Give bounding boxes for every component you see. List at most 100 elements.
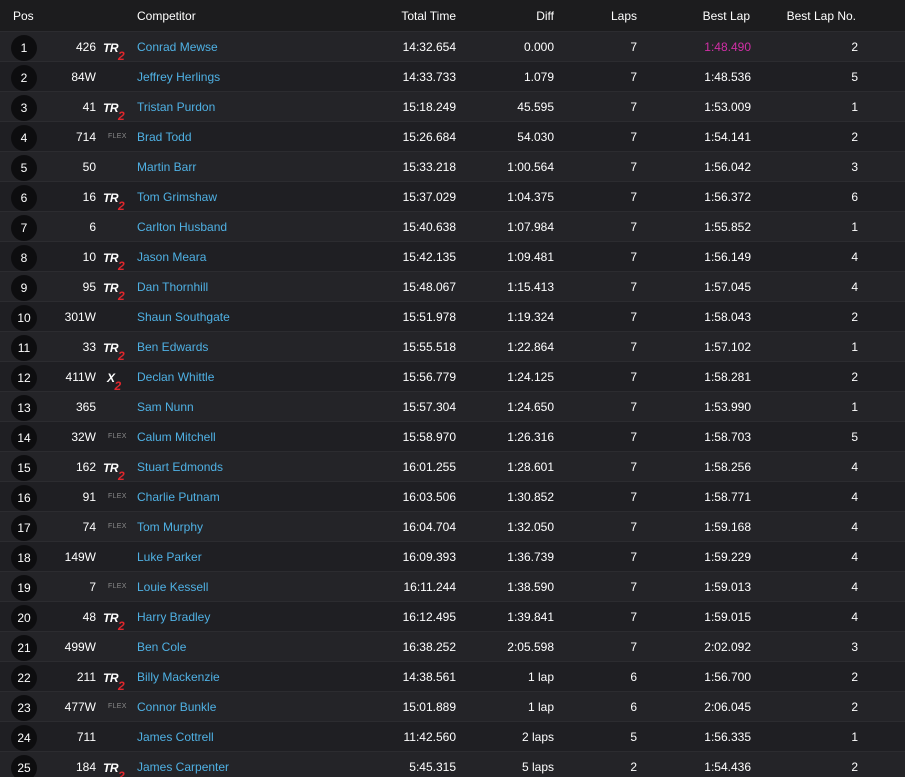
- competitor-name-link[interactable]: Tom Murphy: [137, 520, 203, 534]
- rider-number: 10: [82, 250, 96, 264]
- best-lap: 1:53.990: [704, 400, 751, 414]
- table-row[interactable]: 17 74 FLEX Tom Murphy 16:04.704 1:32.050 7 1:59…: [0, 511, 905, 541]
- best-lap: 1:54.436: [704, 760, 751, 774]
- position-badge: 11: [11, 335, 37, 361]
- diff: 1:30.852: [507, 490, 554, 504]
- table-row[interactable]: 13 365 Sam Nunn 15:57.304 1:24.650 7 1:53.990 1: [0, 391, 905, 421]
- header-total-time[interactable]: Total Time: [401, 9, 456, 23]
- diff: 1 lap: [527, 670, 554, 684]
- diff: 1:32.050: [507, 520, 554, 534]
- rider-number: 714: [75, 130, 96, 144]
- competitor-name-link[interactable]: Declan Whittle: [137, 370, 214, 384]
- competitor-name-link[interactable]: Jason Meara: [137, 250, 206, 264]
- best-lap-number: 5: [851, 430, 858, 444]
- position-badge: 13: [11, 395, 37, 421]
- table-row[interactable]: 24 711 James Cottrell 11:42.560 2 laps 5 1:56.…: [0, 721, 905, 751]
- competitor-name-link[interactable]: Carlton Husband: [137, 220, 227, 234]
- position-badge: 21: [11, 635, 37, 661]
- competitor-name-link[interactable]: Billy Mackenzie: [137, 670, 220, 684]
- header-competitor[interactable]: Competitor: [137, 9, 196, 23]
- table-row[interactable]: 18 149W Luke Parker 16:09.393 1:36.739 7 1:59.…: [0, 541, 905, 571]
- table-row[interactable]: 4 714 FLEX Brad Todd 15:26.684 54.030 7 1:54.14…: [0, 121, 905, 151]
- header-pos[interactable]: Pos: [13, 9, 34, 23]
- header-best-lap-no[interactable]: Best Lap No.: [787, 9, 856, 23]
- competitor-name-link[interactable]: Charlie Putnam: [137, 490, 220, 504]
- table-row[interactable]: 11 33 TR 2 Ben Edwards 15:55.518 1:22.864 7 1:57…: [0, 331, 905, 363]
- competitor-name-link[interactable]: Stuart Edmonds: [137, 460, 223, 474]
- table-row[interactable]: 20 48 TR 2 Harry Bradley 16:12.495 1:39.841 7 1:…: [0, 601, 905, 633]
- competitor-name-link[interactable]: Shaun Southgate: [137, 310, 230, 324]
- table-row[interactable]: 8 10 TR 2 Jason Meara 15:42.135 1:09.481 7 1:56.…: [0, 241, 905, 273]
- competitor-name-link[interactable]: Tristan Purdon: [137, 100, 215, 114]
- best-lap-number: 4: [851, 520, 858, 534]
- laps: 7: [630, 370, 637, 384]
- header-diff[interactable]: Diff: [536, 9, 554, 23]
- rider-number: 499W: [64, 640, 96, 654]
- table-row[interactable]: 3 41 TR 2 Tristan Purdon 15:18.249 45.595 7 1:53…: [0, 91, 905, 123]
- total-time: 15:18.249: [402, 100, 456, 114]
- best-lap: 1:58.281: [704, 370, 751, 384]
- class-badge-tr2: TR 2: [103, 191, 125, 213]
- rider-number: 84W: [71, 70, 96, 84]
- table-row[interactable]: 1 426 TR 2 Conrad Mewse 14:32.654 0.000 7 1:48.4…: [0, 31, 905, 63]
- best-lap-number: 4: [851, 490, 858, 504]
- best-lap-number: 1: [851, 730, 858, 744]
- best-lap-number: 2: [851, 370, 858, 384]
- diff: 5 laps: [521, 760, 554, 774]
- competitor-name-link[interactable]: Luke Parker: [137, 550, 202, 564]
- competitor-name-link[interactable]: Brad Todd: [137, 130, 192, 144]
- position-badge: 14: [11, 425, 37, 451]
- competitor-name-link[interactable]: Ben Cole: [137, 640, 186, 654]
- table-row[interactable]: 16 91 FLEX Charlie Putnam 16:03.506 1:30.852 7…: [0, 481, 905, 511]
- table-row[interactable]: 6 16 TR 2 Tom Grimshaw 15:37.029 1:04.375 7 1:56…: [0, 181, 905, 213]
- table-row[interactable]: 14 32W FLEX Calum Mitchell 15:58.970 1:26.316…: [0, 421, 905, 451]
- rider-number: 50: [82, 160, 96, 174]
- rider-number: 91: [82, 490, 96, 504]
- laps: 7: [630, 580, 637, 594]
- competitor-name-link[interactable]: Sam Nunn: [137, 400, 194, 414]
- competitor-name-link[interactable]: Dan Thornhill: [137, 280, 208, 294]
- table-row[interactable]: 12 411W X 2 Declan Whittle 15:56.779 1:24.125 7…: [0, 361, 905, 393]
- competitor-name-link[interactable]: Jeffrey Herlings: [137, 70, 220, 84]
- table-row[interactable]: 15 162 TR 2 Stuart Edmonds 16:01.255 1:28.601 7…: [0, 451, 905, 483]
- competitor-name-link[interactable]: Conrad Mewse: [137, 40, 218, 54]
- competitor-name-link[interactable]: Calum Mitchell: [137, 430, 216, 444]
- total-time: 5:45.315: [409, 760, 456, 774]
- competitor-name-link[interactable]: Harry Bradley: [137, 610, 210, 624]
- total-time: 16:09.393: [402, 550, 456, 564]
- header-best-lap[interactable]: Best Lap: [703, 9, 750, 23]
- diff: 54.030: [517, 130, 554, 144]
- table-row[interactable]: 9 95 TR 2 Dan Thornhill 15:48.067 1:15.413 7 1:5…: [0, 271, 905, 303]
- table-row[interactable]: 25 184 TR 2 James Carpenter 5:45.315 5 laps 2 1:…: [0, 751, 905, 777]
- best-lap-number: 6: [851, 190, 858, 204]
- table-row[interactable]: 10 301W Shaun Southgate 15:51.978 1:19.324 7 1…: [0, 301, 905, 331]
- competitor-name-link[interactable]: James Carpenter: [137, 760, 229, 774]
- competitor-name-link[interactable]: Louie Kessell: [137, 580, 208, 594]
- header-laps[interactable]: Laps: [611, 9, 637, 23]
- total-time: 16:11.244: [403, 580, 457, 594]
- competitor-name-link[interactable]: Martin Barr: [137, 160, 196, 174]
- laps: 7: [630, 40, 637, 54]
- competitor-name-link[interactable]: Connor Bunkle: [137, 700, 216, 714]
- best-lap-number: 2: [851, 700, 858, 714]
- total-time: 15:42.135: [402, 250, 456, 264]
- table-row[interactable]: 22 211 TR 2 Billy Mackenzie 14:38.561 1 lap 6 1:…: [0, 661, 905, 693]
- rider-number: 477W: [64, 700, 96, 714]
- competitor-name-link[interactable]: Tom Grimshaw: [137, 190, 217, 204]
- diff: 1:24.650: [507, 400, 554, 414]
- table-row[interactable]: 5 50 Martin Barr 15:33.218 1:00.564 7 1:56.042…: [0, 151, 905, 181]
- best-lap-number: 3: [851, 160, 858, 174]
- competitor-name-link[interactable]: James Cottrell: [137, 730, 214, 744]
- table-row[interactable]: 23 477W FLEX Connor Bunkle 15:01.889 1 lap 6 2:…: [0, 691, 905, 721]
- table-row[interactable]: 7 6 Carlton Husband 15:40.638 1:07.984 7 1:55.…: [0, 211, 905, 241]
- diff: 1:15.413: [507, 280, 554, 294]
- table-row[interactable]: 21 499W Ben Cole 16:38.252 2:05.598 7 2:02.092…: [0, 631, 905, 661]
- table-row[interactable]: 2 84W Jeffrey Herlings 14:33.733 1.079 7 1:48.…: [0, 61, 905, 91]
- laps: 7: [630, 250, 637, 264]
- competitor-name-link[interactable]: Ben Edwards: [137, 340, 208, 354]
- position-badge: 24: [11, 725, 37, 751]
- class-badge-tr2: TR 2: [103, 101, 125, 123]
- best-lap: 2:02.092: [704, 640, 751, 654]
- class-badge-flex: FLEX: [108, 433, 127, 440]
- table-row[interactable]: 19 7 FLEX Louie Kessell 16:11.244 1:38.590 7 1:…: [0, 571, 905, 601]
